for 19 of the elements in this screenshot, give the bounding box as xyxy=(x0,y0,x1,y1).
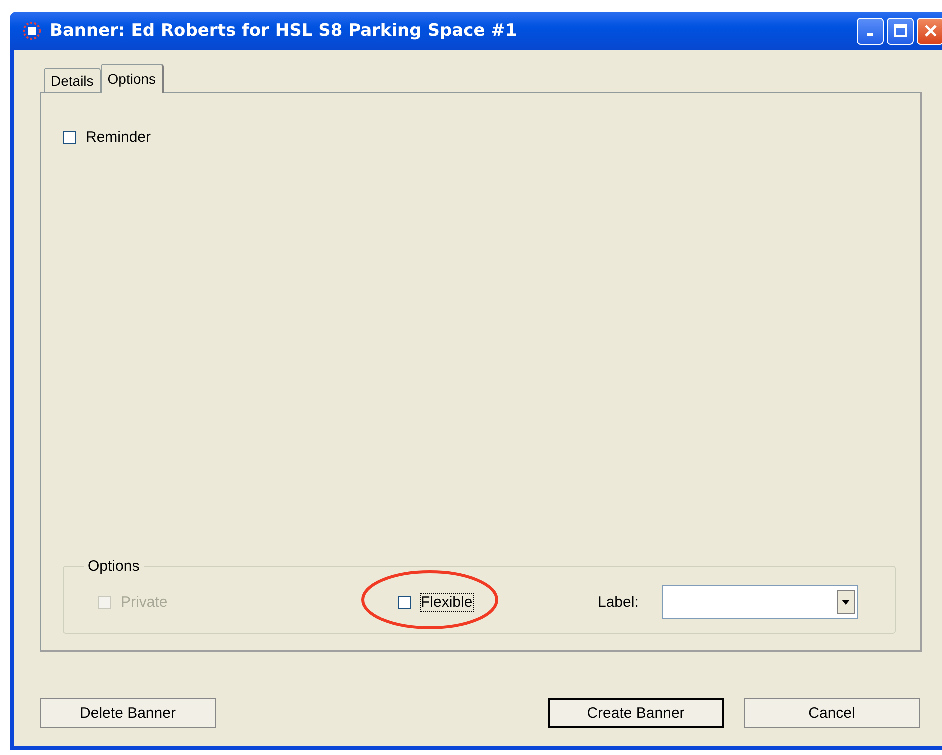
dialog-button[interactable]: Delete Banner xyxy=(40,698,216,728)
checkbox-label: Flexible xyxy=(421,594,473,610)
minimize-button[interactable] xyxy=(857,18,884,44)
close-icon[interactable] xyxy=(924,24,938,38)
dialog-button[interactable]: Cancel xyxy=(744,698,920,728)
tab[interactable]: Options xyxy=(100,64,164,93)
field-label: Label: xyxy=(598,594,640,610)
window-title: Banner: Ed Roberts for HSL S8 Parking Space #1 xyxy=(50,21,518,41)
app-icon xyxy=(22,21,42,41)
checkbox-label: Reminder xyxy=(86,129,152,146)
checkbox[interactable] xyxy=(63,131,76,144)
maximize-button[interactable] xyxy=(887,18,914,44)
checkbox-label: Private xyxy=(121,594,168,610)
tab[interactable]: Details xyxy=(44,68,101,92)
checkbox[interactable] xyxy=(398,596,411,608)
maximize-icon[interactable] xyxy=(894,24,908,38)
close-button[interactable] xyxy=(917,18,942,44)
dialog-button[interactable]: Create Banner xyxy=(548,698,724,728)
group-title: Options xyxy=(87,558,141,575)
